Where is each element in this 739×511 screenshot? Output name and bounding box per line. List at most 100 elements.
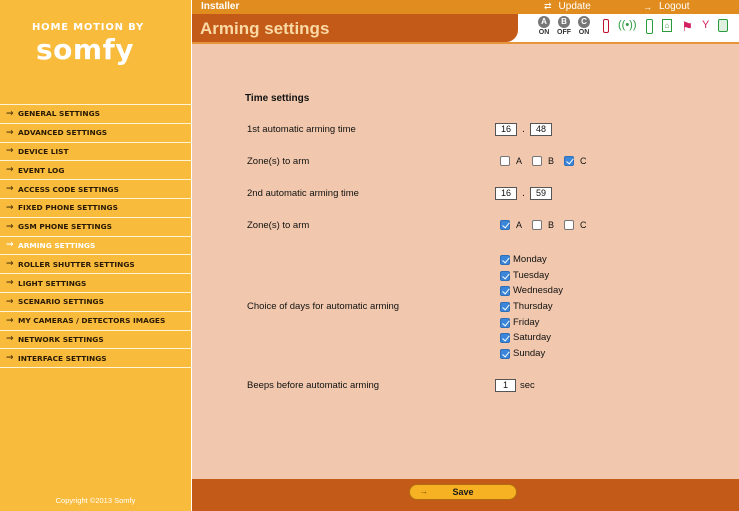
day-sunday[interactable]: Sunday xyxy=(500,348,545,359)
sidebar-item-label: MY CAMERAS / DETECTORS IMAGES xyxy=(18,316,166,326)
section-title: Time settings xyxy=(245,93,310,104)
sidebar-item-cameras-detectors-images[interactable]: → MY CAMERAS / DETECTORS IMAGES xyxy=(0,312,191,331)
zone-label: B xyxy=(548,156,555,166)
refresh-icon: ⇄ xyxy=(544,1,552,11)
day-thursday[interactable]: Thursday xyxy=(500,301,553,312)
sidebar-item-label: SCENARIO SETTINGS xyxy=(18,297,104,307)
day-label: Monday xyxy=(513,254,547,265)
arming1-time-field: 16 . 48 xyxy=(495,123,552,136)
arrow-right-icon: → xyxy=(6,296,14,307)
sidebar-item-interface-settings[interactable]: → INTERFACE SETTINGS xyxy=(0,349,191,369)
day-monday-checkbox[interactable] xyxy=(500,254,510,265)
sidebar-item-label: INTERFACE SETTINGS xyxy=(18,353,107,363)
page-title: Arming settings xyxy=(200,19,330,38)
user-role-label: Installer xyxy=(201,1,240,12)
time-separator: . xyxy=(522,188,525,199)
zone-c-icon: C xyxy=(578,16,590,28)
sidebar-item-gsm-phone-settings[interactable]: → GSM PHONE SETTINGS xyxy=(0,218,191,237)
beeps-field: 1 sec xyxy=(495,379,535,392)
logout-link[interactable]: → Logout xyxy=(643,1,690,12)
arrow-right-icon: → xyxy=(6,202,14,213)
sidebar-item-device-list[interactable]: → DEVICE LIST xyxy=(0,143,191,162)
arrow-right-icon: → xyxy=(6,184,14,195)
house-icon: ⌂ xyxy=(661,19,673,32)
title-bar: Arming settings A ON B OFF C ON ((•)) ⌂ … xyxy=(192,14,739,42)
sidebar-item-label: DEVICE LIST xyxy=(18,146,69,156)
arrow-right-icon: → xyxy=(6,334,14,345)
sidebar-item-advanced-settings[interactable]: → ADVANCED SETTINGS xyxy=(0,124,191,143)
arming1-hour-input[interactable]: 16 xyxy=(495,123,517,136)
beeps-input[interactable]: 1 xyxy=(495,379,516,392)
save-button[interactable]: → Save xyxy=(409,484,517,500)
arming2-time-field: 16 . 59 xyxy=(495,187,552,200)
day-sunday-checkbox[interactable] xyxy=(500,348,510,359)
sidebar: HOME MOTION BY somfy → GENERAL SETTINGS →… xyxy=(0,0,191,511)
zone-c-state: ON xyxy=(578,29,590,36)
status-icons: A ON B OFF C ON ((•)) ⌂ ⚑ Y xyxy=(534,16,729,42)
arrow-right-icon: → xyxy=(6,240,14,251)
day-wednesday-checkbox[interactable] xyxy=(500,285,510,296)
sidebar-item-label: GSM PHONE SETTINGS xyxy=(18,222,112,232)
arming2-hour-input[interactable]: 16 xyxy=(495,187,517,200)
day-tuesday-checkbox[interactable] xyxy=(500,270,510,281)
arrow-right-icon: → xyxy=(643,1,652,12)
arrow-right-icon: → xyxy=(6,278,14,289)
day-saturday-checkbox[interactable] xyxy=(500,332,510,343)
sidebar-item-general-settings[interactable]: → GENERAL SETTINGS xyxy=(0,105,191,124)
zones1-group: A B C xyxy=(500,156,597,166)
day-tuesday[interactable]: Tuesday xyxy=(500,270,549,281)
sidebar-item-scenario-settings[interactable]: → SCENARIO SETTINGS xyxy=(0,293,191,312)
zone-a-state: ON xyxy=(538,29,550,36)
time-separator: . xyxy=(522,124,525,135)
arming2-minute-input[interactable]: 59 xyxy=(530,187,552,200)
zones1-c-checkbox[interactable] xyxy=(564,156,575,166)
day-friday[interactable]: Friday xyxy=(500,317,539,328)
logout-label: Logout xyxy=(659,1,690,12)
phone-icon xyxy=(645,19,653,34)
top-bar: Installer ⇄ Update → Logout xyxy=(192,0,739,14)
zone-label: A xyxy=(516,156,523,166)
day-thursday-checkbox[interactable] xyxy=(500,301,510,312)
sidebar-item-event-log[interactable]: → EVENT LOG xyxy=(0,161,191,181)
zone-a-icon: A xyxy=(538,16,550,28)
day-label: Thursday xyxy=(513,301,553,312)
zones1-label: Zone(s) to arm xyxy=(247,156,310,167)
copyright-text: Copyright ©2013 Somfy xyxy=(55,496,136,505)
sidebar-menu: → GENERAL SETTINGS → ADVANCED SETTINGS → DE… xyxy=(0,104,191,369)
antenna-icon: Y xyxy=(702,19,710,31)
beeps-label: Beeps before automatic arming xyxy=(247,380,380,391)
zones2-b-checkbox[interactable] xyxy=(532,220,543,230)
day-saturday[interactable]: Saturday xyxy=(500,332,551,343)
sidebar-item-label: ARMING SETTINGS xyxy=(18,240,96,250)
sidebar-item-arming-settings[interactable]: → ARMING SETTINGS xyxy=(0,237,191,256)
sidebar-item-label: EVENT LOG xyxy=(18,165,65,175)
sidebar-item-label: ROLLER SHUTTER SETTINGS xyxy=(18,259,135,269)
sidebar-item-access-code-settings[interactable]: → ACCESS CODE SETTINGS xyxy=(0,180,191,199)
zones2-a-checkbox[interactable] xyxy=(500,220,510,230)
arrow-right-icon: → xyxy=(6,165,14,176)
arrow-right-icon: → xyxy=(6,259,14,270)
sidebar-item-label: FIXED PHONE SETTINGS xyxy=(18,203,118,213)
zones2-c-checkbox[interactable] xyxy=(564,220,575,230)
day-label: Sunday xyxy=(513,348,546,359)
main-content: Time settings 1st automatic arming time … xyxy=(192,44,739,479)
sidebar-item-light-settings[interactable]: → LIGHT SETTINGS xyxy=(0,274,191,293)
zones1-b-checkbox[interactable] xyxy=(532,156,543,166)
arming1-minute-input[interactable]: 48 xyxy=(530,123,552,136)
day-wednesday[interactable]: Wednesday xyxy=(500,285,563,296)
arrow-right-icon: → xyxy=(419,486,428,496)
arrow-right-icon: → xyxy=(6,221,14,232)
day-monday[interactable]: Monday xyxy=(500,254,547,265)
sidebar-item-network-settings[interactable]: → NETWORK SETTINGS xyxy=(0,331,191,350)
flag-icon: ⚑ xyxy=(681,19,694,34)
update-link[interactable]: ⇄ Update xyxy=(544,1,591,12)
sidebar-item-label: ADVANCED SETTINGS xyxy=(18,128,108,138)
day-friday-checkbox[interactable] xyxy=(500,317,510,328)
sidebar-item-roller-shutter-settings[interactable]: → ROLLER SHUTTER SETTINGS xyxy=(0,255,191,275)
sidebar-item-fixed-phone-settings[interactable]: → FIXED PHONE SETTINGS xyxy=(0,199,191,218)
arrow-right-icon: → xyxy=(6,108,14,119)
device-icon xyxy=(718,19,729,32)
zones1-a-checkbox[interactable] xyxy=(500,156,510,166)
somfy-logo: HOME MOTION BY somfy xyxy=(0,0,191,100)
arrow-right-icon: → xyxy=(6,315,14,326)
